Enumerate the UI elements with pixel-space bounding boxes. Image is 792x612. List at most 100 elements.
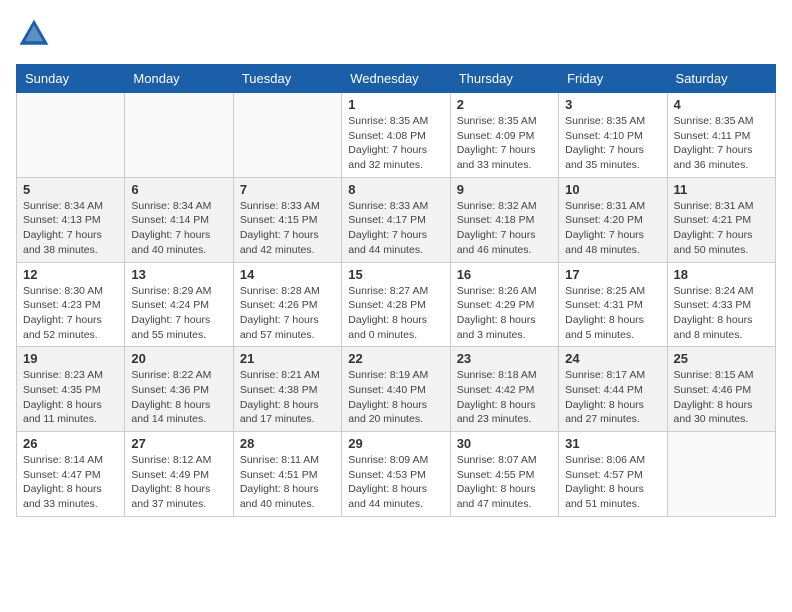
table-row: 11 Sunrise: 8:31 AM Sunset: 4:21 PM Dayli… (667, 177, 775, 262)
table-row: 17 Sunrise: 8:25 AM Sunset: 4:31 PM Dayli… (559, 262, 667, 347)
calendar-week-row: 5Sunrise: 8:34 AM Sunset: 4:13 PM Daylig… (17, 177, 776, 262)
day-number: 6 (131, 182, 226, 197)
day-info: Sunrise: 8:19 AM Sunset: 4:40 PM Dayligh… (348, 368, 443, 427)
day-info: Sunrise: 8:09 AM Sunset: 4:53 PM Dayligh… (348, 453, 443, 512)
day-number: 2 (457, 97, 552, 112)
table-row: 22 Sunrise: 8:19 AM Sunset: 4:40 PM Dayli… (342, 347, 450, 432)
table-row: 19 Sunrise: 8:23 AM Sunset: 4:35 PM Dayli… (17, 347, 125, 432)
day-info: Sunrise: 8:34 AM Sunset: 4:13 PM Dayligh… (23, 199, 118, 258)
table-row: 6Sunrise: 8:34 AM Sunset: 4:14 PM Daylig… (125, 177, 233, 262)
calendar-week-row: 12Sunrise: 8:30 AM Sunset: 4:23 PM Dayli… (17, 262, 776, 347)
day-info: Sunrise: 8:23 AM Sunset: 4:35 PM Dayligh… (23, 368, 118, 427)
table-row (667, 432, 775, 517)
day-number: 30 (457, 436, 552, 451)
day-info: Sunrise: 8:15 AM Sunset: 4:46 PM Dayligh… (674, 368, 769, 427)
calendar-week-row: 26 Sunrise: 8:14 AM Sunset: 4:47 PM Dayli… (17, 432, 776, 517)
day-number: 31 (565, 436, 660, 451)
table-row: 7 Sunrise: 8:33 AM Sunset: 4:15 PM Daylig… (233, 177, 341, 262)
logo (16, 16, 56, 52)
weekday-header-wednesday: Wednesday (342, 65, 450, 93)
day-info: Sunrise: 8:27 AM Sunset: 4:28 PM Dayligh… (348, 284, 443, 343)
day-info: Sunrise: 8:35 AM Sunset: 4:09 PM Dayligh… (457, 114, 552, 173)
table-row (125, 93, 233, 178)
table-row: 12Sunrise: 8:30 AM Sunset: 4:23 PM Dayli… (17, 262, 125, 347)
day-number: 10 (565, 182, 660, 197)
table-row: 10 Sunrise: 8:31 AM Sunset: 4:20 PM Dayli… (559, 177, 667, 262)
day-number: 15 (348, 267, 443, 282)
day-info: Sunrise: 8:31 AM Sunset: 4:21 PM Dayligh… (674, 199, 769, 258)
day-info: Sunrise: 8:07 AM Sunset: 4:55 PM Dayligh… (457, 453, 552, 512)
day-info: Sunrise: 8:22 AM Sunset: 4:36 PM Dayligh… (131, 368, 226, 427)
day-number: 1 (348, 97, 443, 112)
day-number: 23 (457, 351, 552, 366)
day-info: Sunrise: 8:30 AM Sunset: 4:23 PM Dayligh… (23, 284, 118, 343)
table-row: 28 Sunrise: 8:11 AM Sunset: 4:51 PM Dayli… (233, 432, 341, 517)
day-info: Sunrise: 8:28 AM Sunset: 4:26 PM Dayligh… (240, 284, 335, 343)
logo-icon (16, 16, 52, 52)
day-info: Sunrise: 8:31 AM Sunset: 4:20 PM Dayligh… (565, 199, 660, 258)
table-row: 25 Sunrise: 8:15 AM Sunset: 4:46 PM Dayli… (667, 347, 775, 432)
day-number: 14 (240, 267, 335, 282)
table-row: 1 Sunrise: 8:35 AM Sunset: 4:08 PM Daylig… (342, 93, 450, 178)
table-row: 3 Sunrise: 8:35 AM Sunset: 4:10 PM Daylig… (559, 93, 667, 178)
day-number: 9 (457, 182, 552, 197)
table-row: 15 Sunrise: 8:27 AM Sunset: 4:28 PM Dayli… (342, 262, 450, 347)
day-number: 8 (348, 182, 443, 197)
day-info: Sunrise: 8:25 AM Sunset: 4:31 PM Dayligh… (565, 284, 660, 343)
day-info: Sunrise: 8:14 AM Sunset: 4:47 PM Dayligh… (23, 453, 118, 512)
day-info: Sunrise: 8:33 AM Sunset: 4:15 PM Dayligh… (240, 199, 335, 258)
day-info: Sunrise: 8:11 AM Sunset: 4:51 PM Dayligh… (240, 453, 335, 512)
day-number: 7 (240, 182, 335, 197)
table-row: 30 Sunrise: 8:07 AM Sunset: 4:55 PM Dayli… (450, 432, 558, 517)
day-number: 20 (131, 351, 226, 366)
calendar-week-row: 1 Sunrise: 8:35 AM Sunset: 4:08 PM Daylig… (17, 93, 776, 178)
day-info: Sunrise: 8:29 AM Sunset: 4:24 PM Dayligh… (131, 284, 226, 343)
day-number: 26 (23, 436, 118, 451)
day-number: 19 (23, 351, 118, 366)
day-info: Sunrise: 8:35 AM Sunset: 4:08 PM Dayligh… (348, 114, 443, 173)
table-row: 20 Sunrise: 8:22 AM Sunset: 4:36 PM Dayli… (125, 347, 233, 432)
day-number: 13 (131, 267, 226, 282)
day-info: Sunrise: 8:32 AM Sunset: 4:18 PM Dayligh… (457, 199, 552, 258)
weekday-header-tuesday: Tuesday (233, 65, 341, 93)
day-info: Sunrise: 8:24 AM Sunset: 4:33 PM Dayligh… (674, 284, 769, 343)
table-row: 14 Sunrise: 8:28 AM Sunset: 4:26 PM Dayli… (233, 262, 341, 347)
day-number: 29 (348, 436, 443, 451)
table-row: 21 Sunrise: 8:21 AM Sunset: 4:38 PM Dayli… (233, 347, 341, 432)
day-number: 11 (674, 182, 769, 197)
day-number: 25 (674, 351, 769, 366)
weekday-header-friday: Friday (559, 65, 667, 93)
weekday-header-sunday: Sunday (17, 65, 125, 93)
day-info: Sunrise: 8:17 AM Sunset: 4:44 PM Dayligh… (565, 368, 660, 427)
day-info: Sunrise: 8:35 AM Sunset: 4:11 PM Dayligh… (674, 114, 769, 173)
day-info: Sunrise: 8:21 AM Sunset: 4:38 PM Dayligh… (240, 368, 335, 427)
table-row: 2 Sunrise: 8:35 AM Sunset: 4:09 PM Daylig… (450, 93, 558, 178)
weekday-header-monday: Monday (125, 65, 233, 93)
day-info: Sunrise: 8:35 AM Sunset: 4:10 PM Dayligh… (565, 114, 660, 173)
table-row (233, 93, 341, 178)
day-number: 16 (457, 267, 552, 282)
table-row: 9 Sunrise: 8:32 AM Sunset: 4:18 PM Daylig… (450, 177, 558, 262)
day-number: 18 (674, 267, 769, 282)
day-info: Sunrise: 8:33 AM Sunset: 4:17 PM Dayligh… (348, 199, 443, 258)
day-info: Sunrise: 8:12 AM Sunset: 4:49 PM Dayligh… (131, 453, 226, 512)
table-row: 29 Sunrise: 8:09 AM Sunset: 4:53 PM Dayli… (342, 432, 450, 517)
table-row: 24Sunrise: 8:17 AM Sunset: 4:44 PM Dayli… (559, 347, 667, 432)
weekday-header-saturday: Saturday (667, 65, 775, 93)
table-row: 4 Sunrise: 8:35 AM Sunset: 4:11 PM Daylig… (667, 93, 775, 178)
day-info: Sunrise: 8:06 AM Sunset: 4:57 PM Dayligh… (565, 453, 660, 512)
day-number: 22 (348, 351, 443, 366)
day-number: 3 (565, 97, 660, 112)
day-number: 21 (240, 351, 335, 366)
calendar-week-row: 19 Sunrise: 8:23 AM Sunset: 4:35 PM Dayli… (17, 347, 776, 432)
day-number: 4 (674, 97, 769, 112)
table-row: 27Sunrise: 8:12 AM Sunset: 4:49 PM Dayli… (125, 432, 233, 517)
day-info: Sunrise: 8:18 AM Sunset: 4:42 PM Dayligh… (457, 368, 552, 427)
table-row: 18 Sunrise: 8:24 AM Sunset: 4:33 PM Dayli… (667, 262, 775, 347)
day-info: Sunrise: 8:26 AM Sunset: 4:29 PM Dayligh… (457, 284, 552, 343)
page-header (16, 16, 776, 52)
day-number: 28 (240, 436, 335, 451)
table-row: 31 Sunrise: 8:06 AM Sunset: 4:57 PM Dayli… (559, 432, 667, 517)
table-row: 16 Sunrise: 8:26 AM Sunset: 4:29 PM Dayli… (450, 262, 558, 347)
day-number: 17 (565, 267, 660, 282)
